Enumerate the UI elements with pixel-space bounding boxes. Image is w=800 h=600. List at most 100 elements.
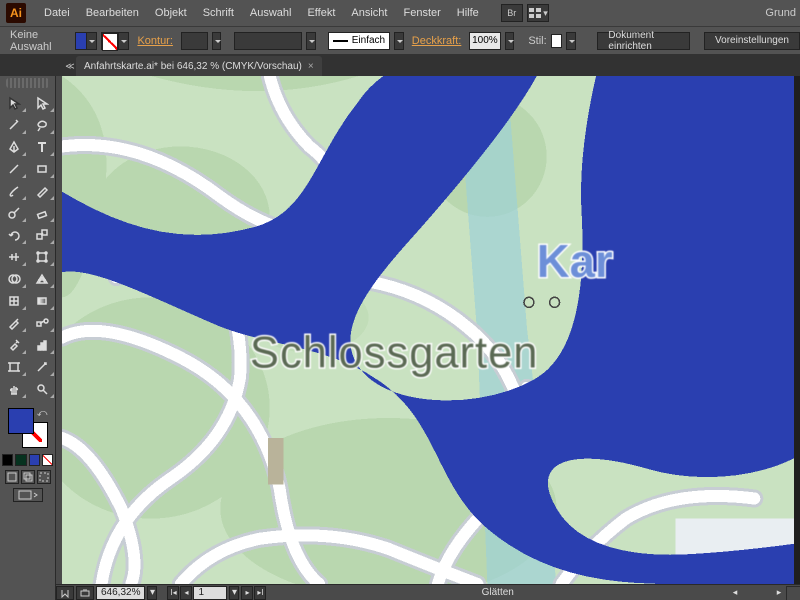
graphic-style-swatch[interactable]	[551, 34, 562, 48]
document-tab-title: Anfahrtskarte.ai* bei 646,32 % (CMYK/Vor…	[84, 61, 302, 72]
opacity-drop[interactable]	[505, 32, 515, 50]
swatch-none[interactable]	[42, 454, 53, 466]
menu-help[interactable]: Hilfe	[449, 7, 487, 19]
gpu-status-icon[interactable]	[76, 586, 94, 600]
scroll-right-icon[interactable]: ▸	[773, 586, 785, 600]
artboard-tool[interactable]	[0, 356, 28, 378]
zoom-tool[interactable]	[28, 378, 56, 400]
perspective-grid-tool[interactable]	[28, 268, 56, 290]
vertical-ruler[interactable]	[56, 76, 62, 584]
menu-object[interactable]: Objekt	[147, 7, 195, 19]
artboard-next[interactable]: ▸	[241, 586, 253, 600]
blend-tool[interactable]	[28, 312, 56, 334]
workspace-label[interactable]: Grund	[765, 7, 796, 19]
document-tab-strip: ≪ Anfahrtskarte.ai* bei 646,32 % (CMYK/V…	[62, 54, 800, 76]
swatch-black[interactable]	[2, 454, 13, 466]
stroke-swatch[interactable]	[101, 32, 129, 50]
status-bar: 646,32% ▾ I◂ ◂ 1 ▾ ▸ ▸I Glätten ◂ ▸	[56, 584, 800, 600]
swap-fill-stroke-icon[interactable]: ⤺	[37, 408, 48, 419]
preferences-button[interactable]: Voreinstellungen	[704, 32, 800, 50]
zoom-drop[interactable]: ▾	[147, 586, 157, 600]
color-mode-row	[0, 452, 55, 468]
opacity-link[interactable]: Deckkraft:	[412, 35, 462, 47]
fill-swatch[interactable]	[75, 32, 97, 50]
pencil-tool[interactable]	[28, 180, 56, 202]
rotate-tool[interactable]	[0, 224, 28, 246]
fill-stroke-control[interactable]: ⤺	[8, 408, 48, 448]
paintbrush-tool[interactable]	[0, 180, 28, 202]
scale-tool[interactable]	[28, 224, 56, 246]
control-bar: Keine Auswahl Kontur: Einfach Deckkraft:…	[0, 26, 800, 54]
menu-bar: Ai Datei Bearbeiten Objekt Schrift Auswa…	[0, 0, 800, 26]
profile-field[interactable]	[234, 32, 302, 50]
screen-mode-row	[0, 468, 55, 486]
map-label-partial: Kar	[537, 235, 613, 287]
tools-panel: ⤺	[0, 76, 56, 600]
mesh-tool[interactable]	[0, 290, 28, 312]
close-tab-icon[interactable]: ×	[308, 61, 314, 72]
stroke-weight-drop[interactable]	[212, 32, 222, 50]
column-graph-tool[interactable]	[28, 334, 56, 356]
artboard-first[interactable]: I◂	[167, 586, 179, 600]
profile-drop[interactable]	[306, 32, 316, 50]
width-tool[interactable]	[0, 246, 28, 268]
rectangle-tool[interactable]	[28, 158, 56, 180]
eraser-tool[interactable]	[28, 202, 56, 224]
lasso-tool[interactable]	[28, 114, 56, 136]
swatch-darkgreen[interactable]	[15, 454, 26, 466]
arrange-docs-button[interactable]: ▾	[527, 4, 549, 22]
tab-scroll-icon[interactable]: ≪	[64, 56, 76, 76]
hand-tool[interactable]	[0, 378, 28, 400]
opacity-field[interactable]: 100%	[469, 32, 500, 50]
draw-inside-icon[interactable]	[37, 470, 51, 484]
selection-tool[interactable]	[0, 92, 28, 114]
bridge-button[interactable]: Br	[501, 4, 523, 22]
map-label-schlossgarten: Schlossgarten	[250, 328, 539, 377]
graphic-style-drop[interactable]	[566, 32, 576, 50]
tool-hint-label: Glätten	[482, 587, 514, 598]
change-screen-mode-icon[interactable]	[13, 488, 43, 502]
menu-effect[interactable]: Effekt	[299, 7, 343, 19]
slice-tool[interactable]	[28, 356, 56, 378]
style-label: Stil:	[528, 35, 546, 47]
line-tool[interactable]	[0, 158, 28, 180]
resize-grip-icon[interactable]	[786, 586, 800, 600]
menu-type[interactable]: Schrift	[195, 7, 242, 19]
eyedropper-tool[interactable]	[0, 312, 28, 334]
artboard-drop[interactable]: ▾	[229, 586, 239, 600]
direct-selection-tool[interactable]	[28, 92, 56, 114]
magic-wand-tool[interactable]	[0, 114, 28, 136]
gradient-tool[interactable]	[28, 290, 56, 312]
menu-edit[interactable]: Bearbeiten	[78, 7, 147, 19]
menu-file[interactable]: Datei	[36, 7, 78, 19]
draw-normal-icon[interactable]	[5, 470, 19, 484]
selection-status-icon[interactable]	[56, 586, 74, 600]
artboard-field[interactable]: 1	[193, 586, 227, 600]
screen-mode-button[interactable]	[0, 486, 55, 504]
scroll-left-icon[interactable]: ◂	[729, 586, 741, 600]
blob-brush-tool[interactable]	[0, 202, 28, 224]
document-canvas[interactable]: Schlossgarten Kar	[62, 76, 794, 584]
stroke-weight-field[interactable]	[181, 32, 208, 50]
stroke-link[interactable]: Kontur:	[137, 35, 172, 47]
fill-color-box[interactable]	[8, 408, 34, 434]
artboard-last[interactable]: ▸I	[254, 586, 266, 600]
free-transform-tool[interactable]	[28, 246, 56, 268]
tools-grip[interactable]	[6, 78, 49, 88]
pen-tool[interactable]	[0, 136, 28, 158]
canvas-area: Schlossgarten Kar	[56, 76, 800, 584]
type-tool[interactable]	[28, 136, 56, 158]
menu-view[interactable]: Ansicht	[343, 7, 395, 19]
shape-builder-tool[interactable]	[0, 268, 28, 290]
swatch-blue[interactable]	[29, 454, 40, 466]
artboard-prev[interactable]: ◂	[180, 586, 192, 600]
symbol-sprayer-tool[interactable]	[0, 334, 28, 356]
brush-field[interactable]: Einfach	[328, 32, 390, 50]
draw-behind-icon[interactable]	[21, 470, 35, 484]
menu-select[interactable]: Auswahl	[242, 7, 300, 19]
document-setup-button[interactable]: Dokument einrichten	[597, 32, 689, 50]
zoom-field[interactable]: 646,32%	[96, 586, 145, 600]
menu-window[interactable]: Fenster	[395, 7, 448, 19]
document-tab[interactable]: Anfahrtskarte.ai* bei 646,32 % (CMYK/Vor…	[76, 56, 322, 76]
brush-drop[interactable]	[394, 32, 404, 50]
